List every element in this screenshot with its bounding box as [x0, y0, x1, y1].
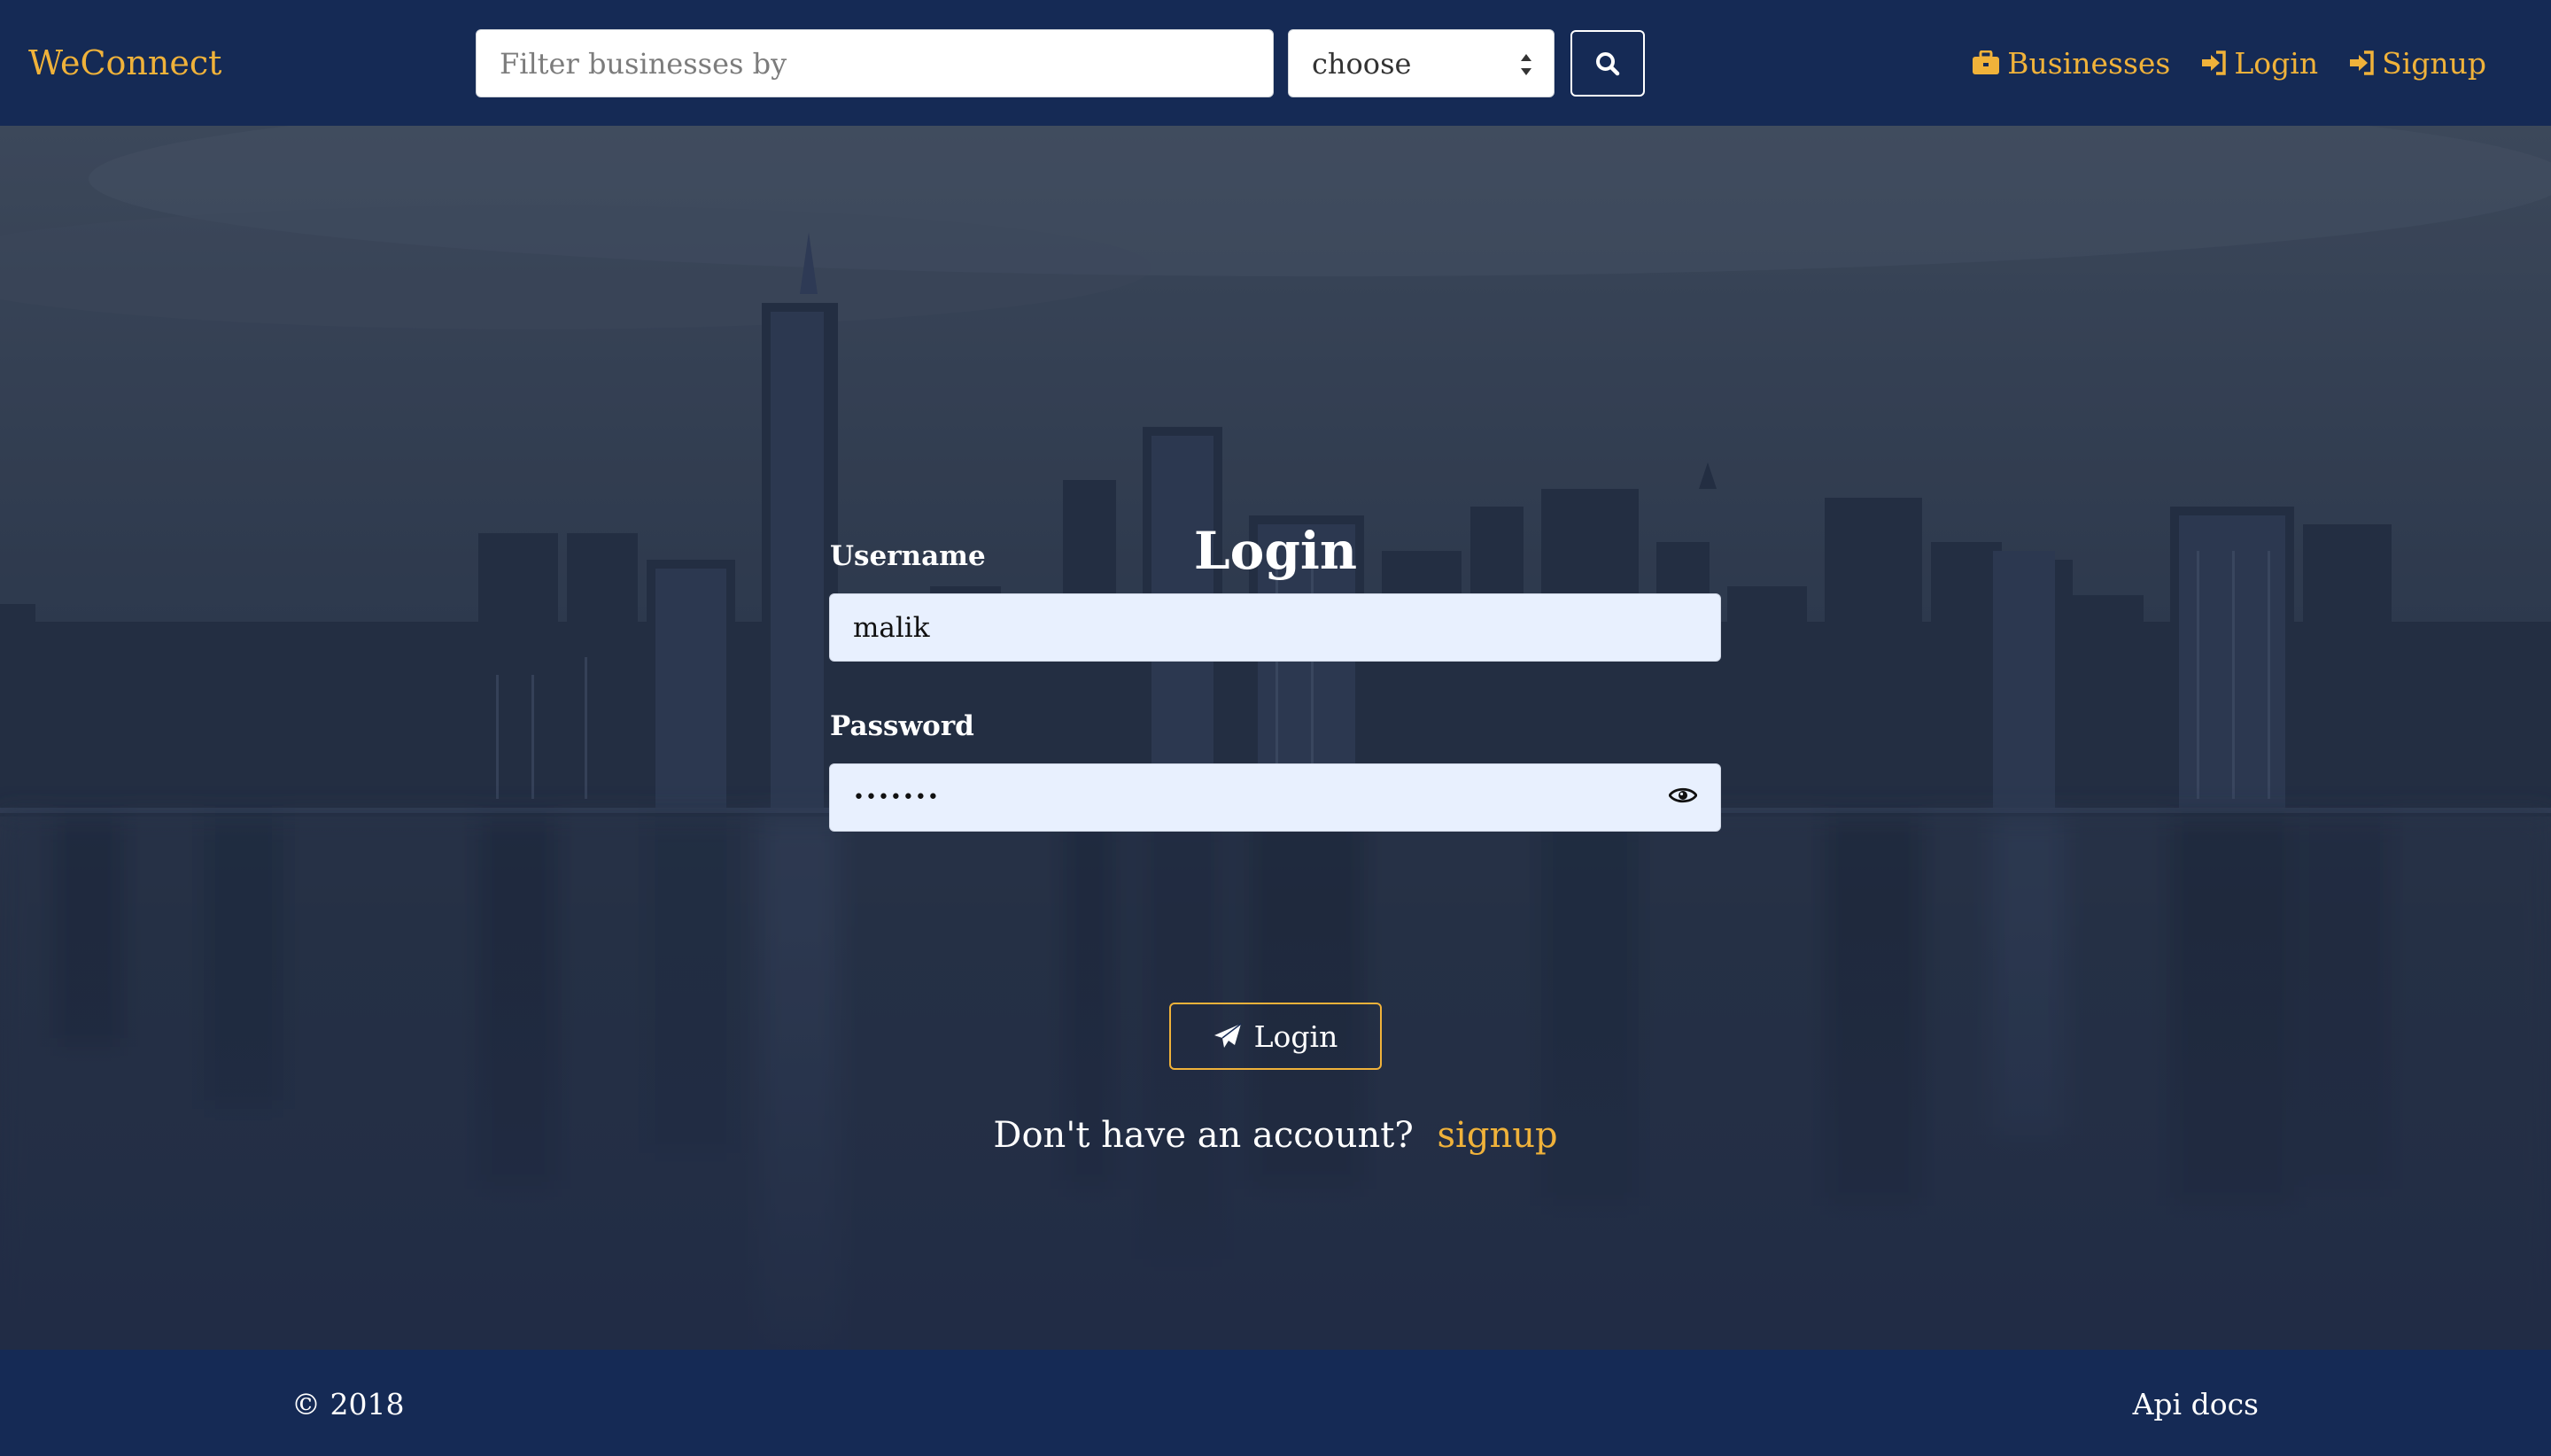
hero-overlay: [0, 126, 2551, 1350]
login-submit-button[interactable]: Login: [1169, 1003, 1382, 1070]
top-navbar: WeConnect choose Businesses: [0, 0, 2551, 126]
select-arrows-icon: [1521, 54, 1531, 75]
password-label: Password: [830, 710, 974, 742]
copyright-text: © 2018: [291, 1387, 405, 1421]
nav-link-login-label: Login: [2234, 45, 2319, 81]
paper-plane-icon: [1213, 1023, 1242, 1048]
nav-links: Businesses Login Signup: [1972, 41, 2486, 85]
filter-select[interactable]: choose: [1288, 29, 1555, 97]
nav-link-signup-label: Signup: [2382, 45, 2486, 81]
api-docs-link[interactable]: Api docs: [2133, 1385, 2259, 1424]
username-label: Username: [830, 540, 986, 572]
signup-prompt-line: Don't have an account? signup: [0, 1111, 2551, 1160]
briefcase-icon: [1973, 50, 2000, 74]
search-input[interactable]: [476, 29, 1274, 97]
hero-section: Login Username malik Password ••••••• Lo…: [0, 126, 2551, 1350]
password-value: •••••••: [853, 786, 940, 809]
login-submit-label: Login: [1253, 1018, 1338, 1054]
search-icon: [1596, 51, 1620, 75]
sign-in-icon: [2350, 50, 2374, 75]
signup-link[interactable]: signup: [1438, 1115, 1558, 1156]
username-value: malik: [853, 611, 930, 644]
login-title: Login: [1193, 521, 1358, 581]
nav-link-businesses-label: Businesses: [2007, 45, 2171, 81]
signup-prompt-text: Don't have an account?: [993, 1115, 1414, 1156]
sign-in-icon: [2202, 50, 2227, 75]
username-field[interactable]: malik: [829, 593, 1721, 662]
footer: © 2018 Api docs: [0, 1350, 2551, 1456]
nav-link-signup[interactable]: Signup: [2348, 46, 2486, 81]
brand-logo-link[interactable]: WeConnect: [28, 41, 221, 85]
search-button[interactable]: [1570, 30, 1645, 97]
password-field[interactable]: •••••••: [829, 763, 1721, 832]
filter-select-value: choose: [1312, 46, 1412, 81]
show-password-eye-icon[interactable]: [1669, 786, 1697, 805]
nav-link-businesses[interactable]: Businesses: [1972, 46, 2170, 81]
nav-link-login[interactable]: Login: [2200, 46, 2318, 81]
